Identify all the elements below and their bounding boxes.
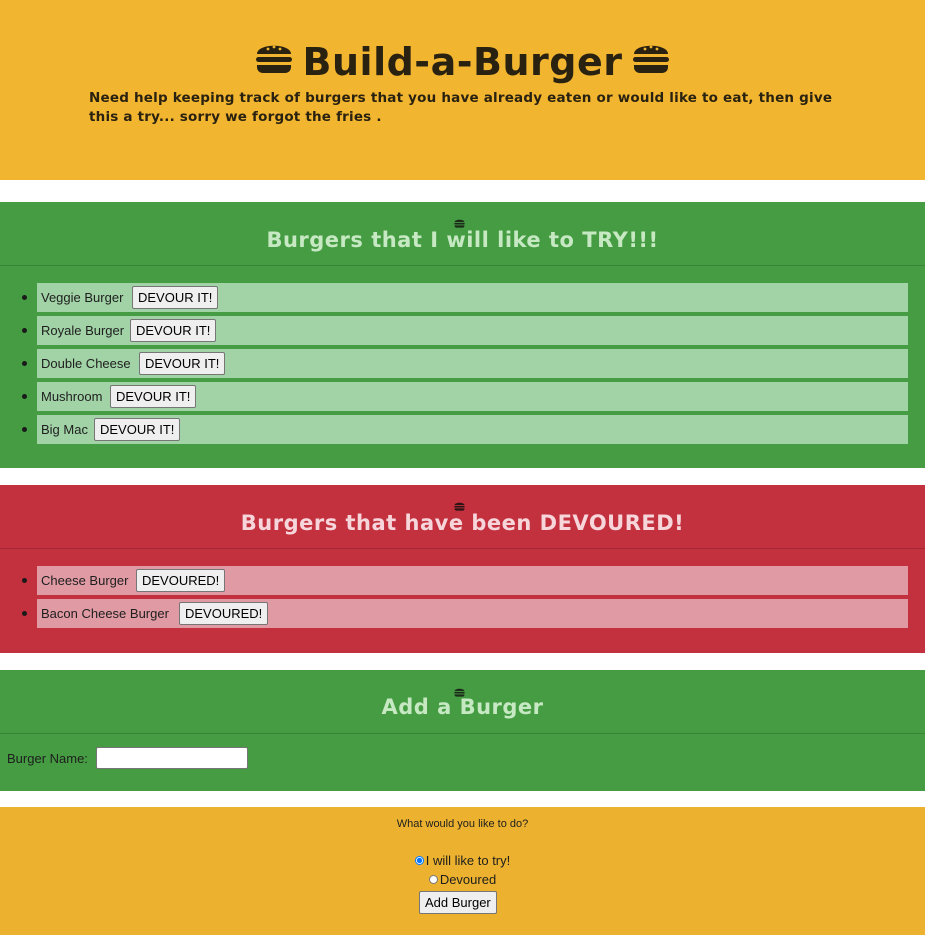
list-item: Royale Burger DEVOUR IT! [22,316,908,345]
list-item: Bacon Cheese Burger DEVOURED! [22,599,908,628]
devoured-button[interactable]: DEVOURED! [136,569,226,592]
try-radio[interactable] [414,856,424,866]
burger-options-panel: What would you like to do? I will like t… [0,807,925,935]
try-burgers-card: Burgers that I will like to TRY!!! Veggi… [0,202,925,468]
list-item: Big Mac DEVOUR IT! [22,415,908,444]
devoured-burgers-header: Burgers that have been DEVOURED! [0,485,925,549]
burger-name: Royale Burger [41,323,125,338]
hamburger-icon [632,39,670,83]
try-radio-label[interactable]: I will like to try! [426,853,511,868]
burger-name: Bacon Cheese Burger [41,606,169,621]
radio-option-devoured[interactable]: Devoured [0,872,925,887]
add-burger-title: Add a Burger [381,695,544,719]
radio-option-try[interactable]: I will like to try! [0,853,925,868]
list-item: Veggie Burger DEVOUR IT! [22,283,908,312]
try-burgers-title: Burgers that I will like to TRY!!! [266,228,659,252]
try-burgers-header: Burgers that I will like to TRY!!! [0,202,925,266]
burger-name-label: Burger Name: [7,751,88,766]
add-burger-card: Add a Burger [0,670,925,791]
list-item: Cheese Burger DEVOURED! [22,566,908,595]
devour-button[interactable]: DEVOUR IT! [130,319,217,342]
devoured-burgers-card: Burgers that have been DEVOURED! Cheese … [0,485,925,653]
page-description: Need help keeping track of burgers that … [89,90,833,125]
devour-button[interactable]: DEVOUR IT! [94,418,181,441]
hamburger-icon [255,39,293,83]
devour-button[interactable]: DEVOUR IT! [110,385,197,408]
page-title-text: Build-a-Burger [302,40,623,84]
add-burger-button[interactable]: Add Burger [419,891,497,914]
page-title: Build-a-Burger [0,40,925,87]
devoured-radio[interactable] [428,875,438,885]
list-item: Double Cheese DEVOUR IT! [22,349,908,378]
burger-name-input[interactable] [96,747,248,769]
devoured-button[interactable]: DEVOURED! [179,602,269,625]
burger-name: Mushroom [41,389,103,404]
devoured-burgers-title: Burgers that have been DEVOURED! [240,511,685,535]
devour-button[interactable]: DEVOUR IT! [139,352,226,375]
burger-name: Veggie Burger [41,290,124,305]
list-item: Mushroom DEVOUR IT! [22,382,908,411]
burger-name: Cheese Burger [41,573,129,588]
options-question: What would you like to do? [396,818,529,830]
burger-name: Big Mac [41,422,88,437]
devour-button[interactable]: DEVOUR IT! [132,286,219,309]
header-jumbotron: Build-a-Burger Need help keeping track o… [0,0,925,180]
devoured-radio-label[interactable]: Devoured [440,872,496,887]
burger-name: Double Cheese [41,356,131,371]
add-burger-header: Add a Burger [0,670,925,734]
